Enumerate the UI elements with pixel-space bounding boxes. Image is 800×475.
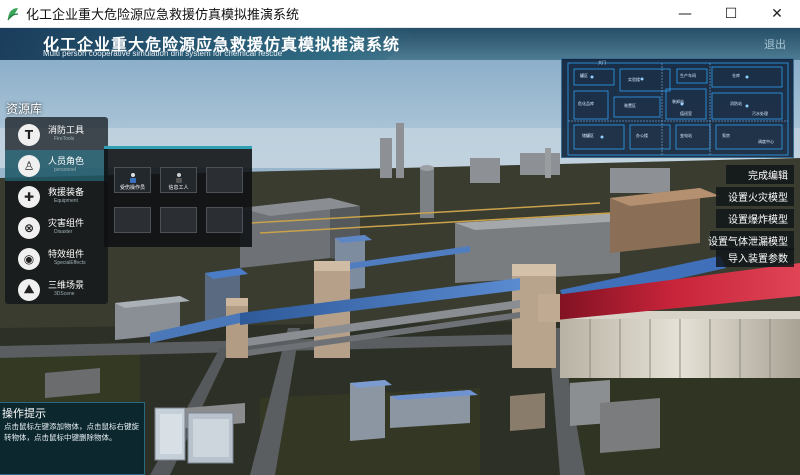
import-device-params-button[interactable]: 导入装置参数: [716, 248, 794, 267]
minimap-label: 储罐区: [582, 133, 594, 138]
window-titlebar: 化工企业重大危险源应急救援仿真模拟推演系统 — ☐ ✕: [0, 0, 800, 28]
resource-library-label: 资源库: [6, 102, 43, 116]
sidebar-item-equipment[interactable]: ✚ 救援装备 Equipment: [5, 181, 108, 212]
sidebar-item-sublabel: SpecialEffects: [54, 260, 86, 266]
minimap-label: 调度中心: [758, 139, 774, 144]
rescue-equipment-icon: ✚: [18, 185, 40, 208]
resource-library-panel: T 消防工具 FireTools ♙ 人员角色 personnel ✚ 救援装备 Eq…: [5, 117, 108, 304]
effects-icon: ◉: [18, 247, 40, 270]
asset-cell-empty[interactable]: [206, 207, 243, 233]
asset-cell-empty[interactable]: [206, 167, 243, 193]
minimap-label: 装卸站: [672, 99, 684, 104]
app-logo-icon: [7, 7, 19, 20]
minimap-label: 实验楼: [628, 77, 640, 82]
sidebar-item-label: 灾害组件: [48, 219, 85, 229]
minimap-label: 污水处理: [752, 111, 768, 116]
mountain-icon: ⛰: [18, 278, 40, 301]
minimap-label: 装置区: [624, 103, 636, 108]
set-explosion-model-button[interactable]: 设置爆炸模型: [716, 209, 794, 228]
finish-editing-button[interactable]: 完成编辑: [726, 165, 794, 184]
sidebar-item-sublabel: personnel: [54, 167, 76, 173]
minimap-label: 危化品库: [578, 101, 594, 106]
minimap-label: 泵房: [722, 133, 730, 138]
minimap-label: 生产车间: [680, 73, 696, 78]
disaster-icon: ⊗: [18, 216, 40, 239]
sidebar-item-sublabel: Equipment: [54, 198, 78, 204]
asset-name: 受伤操作员: [119, 185, 145, 191]
asset-cell-empty[interactable]: [160, 207, 197, 233]
window-title: 化工企业重大危险源应急救援仿真模拟推演系统: [26, 8, 300, 23]
asset-name: 信息工人: [168, 185, 189, 191]
wrench-icon: T: [18, 123, 40, 146]
asset-cell-empty[interactable]: [114, 207, 151, 233]
sidebar-item-3d-scene[interactable]: ⛰ 三维场景 3DScene: [5, 274, 108, 305]
asset-grid-panel: 受伤操作员 信息工人: [104, 146, 252, 247]
app-subtitle: Multi person cooperative simulation dril…: [43, 49, 283, 58]
tips-title: 操作提示: [2, 407, 46, 420]
sidebar-item-sublabel: 3DScene: [54, 291, 75, 297]
sidebar-item-fire-tools[interactable]: T 消防工具 FireTools: [5, 119, 108, 150]
sidebar-item-disaster[interactable]: ⊗ 灾害组件 Disaster: [5, 212, 108, 243]
sidebar-item-label: 特效组件: [48, 250, 85, 260]
person-icon: ♙: [18, 154, 40, 177]
asset-cell-info-worker[interactable]: 信息工人: [160, 167, 197, 193]
sidebar-item-personnel[interactable]: ♙ 人员角色 personnel: [5, 150, 108, 181]
asset-cell-injured-operator[interactable]: 受伤操作员: [114, 167, 151, 193]
minimize-button[interactable]: —: [662, 0, 708, 28]
sidebar-item-sublabel: Disaster: [54, 229, 73, 235]
minimap-label: 仓库: [732, 73, 740, 78]
worker-icon: [176, 173, 182, 183]
sidebar-item-label: 救援装备: [48, 188, 85, 198]
tips-body: 点击鼠标左键添加物体，点击鼠标右键旋转物体，点击鼠标中键删除物体。: [4, 422, 139, 442]
set-fire-model-button[interactable]: 设置火灾模型: [716, 187, 794, 206]
sidebar-item-sublabel: FireTools: [54, 136, 75, 142]
minimap-label: 消防站: [730, 101, 742, 106]
sidebar-item-label: 三维场景: [48, 281, 85, 291]
minimap-label: 值班室: [680, 111, 692, 116]
minimap[interactable]: 大门 罐区 实验楼 生产车间 仓库 危化品库 装置区 装卸站 消防站 值班室 污…: [561, 58, 794, 158]
minimap-label: 办公楼: [636, 133, 648, 138]
sidebar-item-special-effects[interactable]: ◉ 特效组件 SpecialEffects: [5, 243, 108, 274]
sidebar-item-label: 消防工具: [48, 126, 85, 136]
minimap-label: 大门: [598, 60, 606, 65]
operation-tips-panel: 操作提示 点击鼠标左键添加物体，点击鼠标右键旋转物体，点击鼠标中键删除物体。: [0, 402, 145, 475]
minimap-label: 变电站: [680, 133, 692, 138]
app-header: 化工企业重大危险源应急救援仿真模拟推演系统 Multi person coope…: [0, 28, 800, 60]
maximize-button[interactable]: ☐: [708, 0, 754, 28]
close-button[interactable]: ✕: [754, 0, 800, 28]
injured-operator-icon: [130, 173, 136, 183]
scene-viewport[interactable]: 化工企业重大危险源应急救援仿真模拟推演系统 Multi person coope…: [0, 28, 800, 475]
exit-button[interactable]: 退出: [764, 36, 786, 52]
minimap-label: 罐区: [580, 73, 588, 78]
sidebar-item-label: 人员角色: [48, 157, 85, 167]
